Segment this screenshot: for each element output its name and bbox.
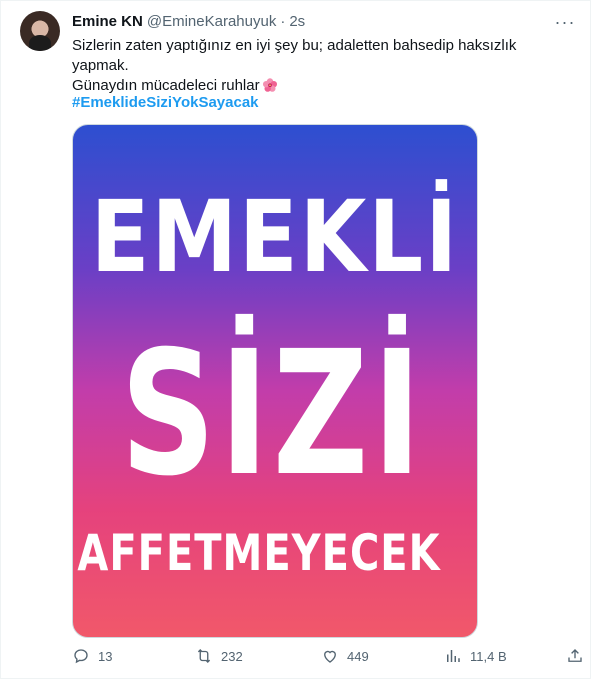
image-text-graphic: EMEKLİ SİZİ AFFETMEYECEK [77,178,459,583]
reply-count: 13 [98,648,113,664]
views-chart-icon [447,650,460,662]
separator-dot: · [280,13,286,30]
author-name[interactable]: Emine KN [72,13,143,30]
share-button[interactable] [566,647,584,665]
share-icon [568,649,582,662]
tweet-text-line-1: Sizlerin zaten yaptığınız en iyi şey bu;… [72,37,517,74]
reply-button[interactable]: 13 [72,647,112,665]
tweet-actions: 13 232 449 11,4 B [72,647,586,669]
hashtag-link[interactable]: #EmeklideSiziYokSayacak [72,94,259,111]
heart-icon [324,650,336,663]
tweet-image[interactable]: EMEKLİ SİZİ AFFETMEYECEK [72,124,478,638]
like-button[interactable]: 449 [321,647,369,665]
avatar[interactable] [20,11,60,51]
author-handle[interactable]: @EmineKarahuyuk [147,13,276,30]
tweet-text: Sizlerin zaten yaptığınız en iyi şey bu;… [72,36,572,96]
tweet-text-line-2-label: Günaydın mücadeleci ruhlar [72,77,260,94]
views-count: 11,4 B [470,648,507,664]
tweet-text-line-2: Günaydın mücadeleci ruhlar [72,76,572,96]
hibiscus-emoji-icon [262,78,277,92]
retweet-count: 232 [221,648,243,664]
tweet-header: Emine KN @EmineKarahuyuk · 2s [72,13,305,30]
tweet-card[interactable]: Emine KN @EmineKarahuyuk · 2s ··· Sizler… [0,0,591,679]
more-options-icon[interactable]: ··· [554,11,576,33]
retweet-icon [197,649,211,663]
like-count: 449 [347,648,369,664]
reply-icon [74,649,88,664]
views-button[interactable]: 11,4 B [444,647,507,665]
image-word-emekli: EMEKLİ [91,178,459,294]
image-word-affetmeyecek: AFFETMEYECEK [77,524,441,583]
retweet-button[interactable]: 232 [195,647,243,665]
image-word-sizi: SİZİ [121,313,426,515]
timestamp[interactable]: 2s [289,13,305,30]
